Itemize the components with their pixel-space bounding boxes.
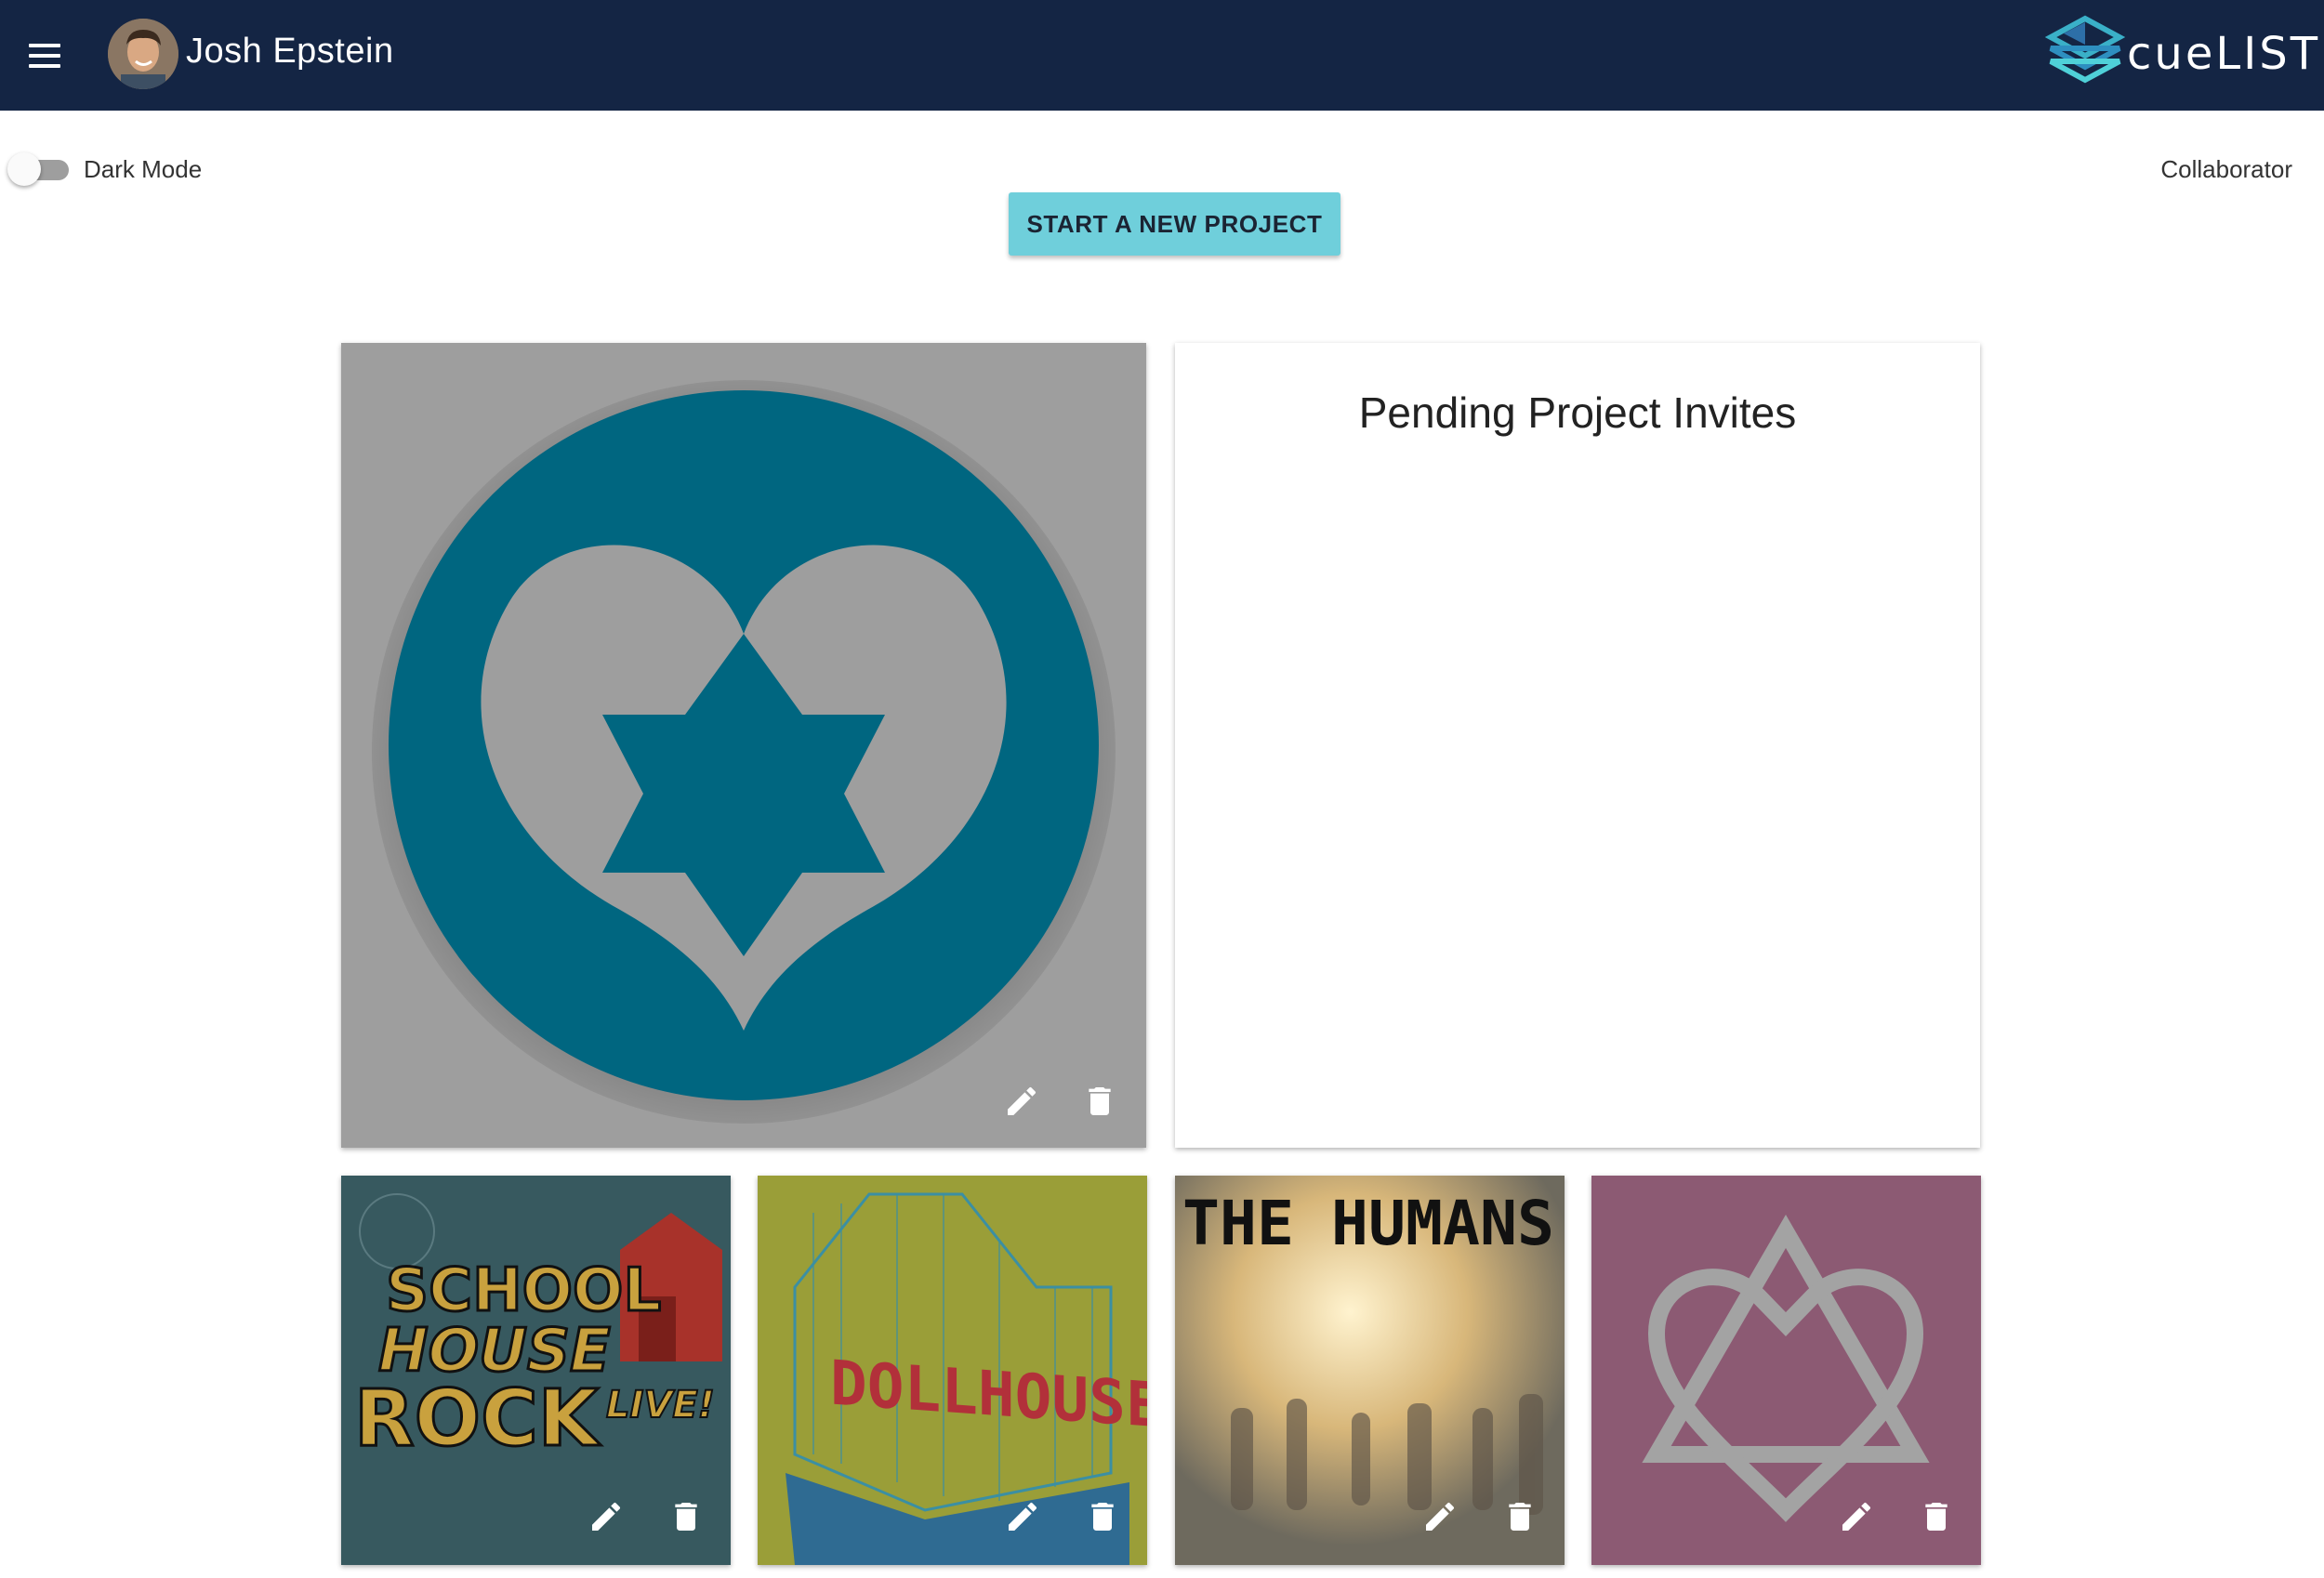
art-text-school: SCHOOL: [386, 1256, 661, 1325]
dark-mode-label: Dark Mode: [84, 155, 203, 183]
role-label[interactable]: Collaborator: [2160, 153, 2292, 185]
logo-text: cueLIST: [2127, 28, 2321, 80]
project-card[interactable]: [341, 343, 1146, 1148]
edit-icon[interactable]: [1836, 1496, 1877, 1537]
edit-icon[interactable]: [586, 1496, 627, 1537]
dark-mode-toggle[interactable]: [7, 152, 73, 186]
delete-icon[interactable]: [1082, 1496, 1123, 1537]
art-text-live: LIVE!: [606, 1384, 715, 1427]
edit-icon[interactable]: [1002, 1496, 1043, 1537]
pending-invites-title: Pending Project Invites: [1358, 388, 1797, 437]
heart-star-logo-art: [372, 380, 1116, 1124]
delete-icon[interactable]: [1916, 1496, 1957, 1537]
project-card[interactable]: [1591, 1176, 1981, 1565]
project-card[interactable]: DOLLHOUSE: [758, 1176, 1147, 1565]
avatar[interactable]: [108, 19, 178, 89]
cuelist-logo[interactable]: cueLIST: [2044, 15, 2317, 93]
edit-icon[interactable]: [1419, 1496, 1460, 1537]
delete-icon[interactable]: [1079, 1081, 1120, 1122]
hamburger-menu-icon[interactable]: [19, 28, 71, 84]
app-bar: Josh Epstein cueLIST: [0, 0, 2324, 111]
cuelist-logo-icon: [2044, 15, 2126, 84]
card-actions: [1001, 1081, 1120, 1122]
user-name[interactable]: Josh Epstein: [186, 28, 394, 74]
card-actions: [586, 1496, 706, 1537]
art-text-rock: ROCK: [354, 1373, 601, 1464]
delete-icon[interactable]: [1499, 1496, 1540, 1537]
card-actions: [1836, 1496, 1957, 1537]
edit-icon[interactable]: [1001, 1081, 1042, 1122]
project-card[interactable]: SCHOOL HOUSE ROCK LIVE!: [341, 1176, 731, 1565]
toggle-thumb: [7, 152, 41, 186]
project-card[interactable]: THE HUMANS: [1175, 1176, 1565, 1565]
delete-icon[interactable]: [666, 1496, 706, 1537]
start-new-project-button[interactable]: START A NEW PROJECT: [1009, 192, 1340, 256]
pending-invites-panel: Pending Project Invites: [1175, 343, 1980, 1148]
card-actions: [1002, 1496, 1123, 1537]
card-actions: [1419, 1496, 1540, 1537]
art-text-the-humans: THE HUMANS: [1182, 1188, 1554, 1259]
